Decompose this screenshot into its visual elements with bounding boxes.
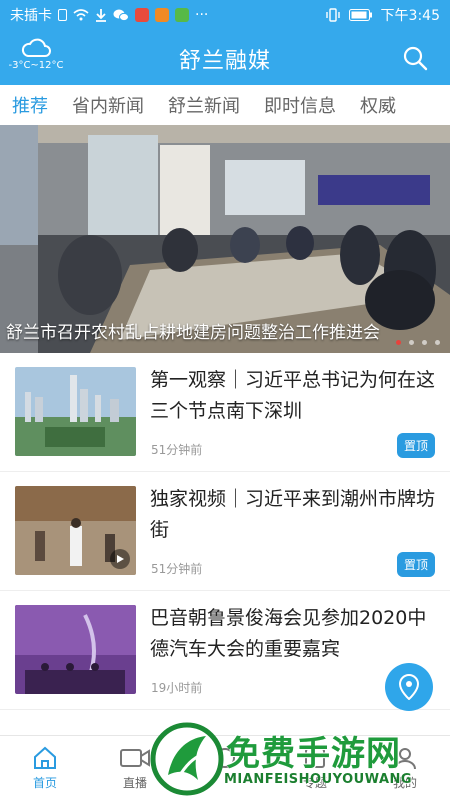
carousel-dot[interactable]: [435, 340, 440, 345]
clock: 下午3:45: [380, 8, 440, 24]
pinned-badge: 置顶: [396, 433, 435, 458]
tab-province-news[interactable]: 省内新闻: [60, 92, 156, 118]
app-title: 舒兰融媒: [178, 49, 271, 74]
app-green-icon: [175, 8, 189, 22]
carousel-dots: [396, 340, 440, 345]
news-time: 19小时前: [151, 681, 203, 695]
app-header: -3°C~12°C 舒兰融媒: [0, 30, 450, 85]
watermark: 免费手游网 MIANFEISHOUYOUWANG: [148, 720, 450, 800]
tab-instant-info[interactable]: 即时信息: [252, 92, 348, 118]
wechat-icon: [113, 9, 129, 22]
news-title: 第一观察｜习近平总书记为何在这三个节点南下深圳: [150, 369, 436, 422]
carrier-label: 未插卡: [10, 8, 52, 24]
watermark-subtext: MIANFEISHOUYOUWANG: [224, 772, 413, 787]
tab-authority[interactable]: 权威: [348, 92, 408, 118]
carousel-dot[interactable]: [422, 340, 427, 345]
news-time: 51分钟前: [151, 443, 203, 457]
play-icon: [117, 555, 124, 563]
nav-home[interactable]: 首页: [0, 736, 90, 800]
carousel-dot[interactable]: [396, 340, 401, 345]
status-bar: 未插卡 ··· 下午3:45: [0, 0, 450, 30]
news-thumbnail: [15, 367, 136, 456]
pinned-badge: 置顶: [396, 552, 435, 577]
carousel-dot[interactable]: [409, 340, 414, 345]
video-icon: [120, 749, 150, 767]
tab-shulan-news[interactable]: 舒兰新闻: [156, 92, 252, 118]
battery-icon: [348, 9, 372, 21]
news-time: 51分钟前: [151, 562, 203, 576]
location-button[interactable]: [385, 663, 433, 711]
news-title: 巴音朝鲁景俊海会见参加2020中德汽车大会的重要嘉宾: [150, 607, 427, 660]
banner-caption: 舒兰市召开农村乱占耕地建房问题整治工作推进会: [6, 323, 380, 343]
app-orange-icon: [155, 8, 169, 22]
download-icon: [96, 9, 106, 22]
home-icon: [34, 746, 56, 769]
vibrate-icon: [325, 8, 340, 22]
play-button[interactable]: [110, 549, 130, 569]
watermark-logo: [150, 722, 224, 796]
news-item[interactable]: 独家视频｜习近平来到潮州市牌坊街 51分钟前 置顶: [0, 472, 450, 591]
location-pin-icon: [398, 674, 420, 700]
news-thumbnail: [15, 605, 136, 694]
search-icon: [403, 46, 428, 71]
nav-home-label: 首页: [32, 776, 57, 790]
news-item[interactable]: 第一观察｜习近平总书记为何在这三个节点南下深圳 51分钟前 置顶: [0, 353, 450, 472]
app-red-icon: [135, 8, 149, 22]
news-thumbnail: [15, 486, 136, 575]
channel-tabs: 推荐 省内新闻 舒兰新闻 即时信息 权威: [0, 85, 450, 125]
more-notifications-icon: ···: [195, 7, 209, 23]
tab-recommend[interactable]: 推荐: [0, 92, 60, 118]
wifi-icon: [73, 9, 89, 21]
banner-carousel[interactable]: 舒兰市召开农村乱占耕地建房问题整治工作推进会: [0, 125, 450, 353]
news-item[interactable]: 巴音朝鲁景俊海会见参加2020中德汽车大会的重要嘉宾 19小时前: [0, 591, 450, 710]
watermark-text: 免费手游网: [226, 734, 401, 774]
news-title: 独家视频｜习近平来到潮州市牌坊街: [150, 488, 436, 541]
news-list: 第一观察｜习近平总书记为何在这三个节点南下深圳 51分钟前 置顶 独家视频｜习近…: [0, 353, 450, 710]
search-button[interactable]: [402, 45, 428, 75]
sim-icon: [58, 9, 67, 21]
nav-live-label: 直播: [122, 776, 147, 790]
